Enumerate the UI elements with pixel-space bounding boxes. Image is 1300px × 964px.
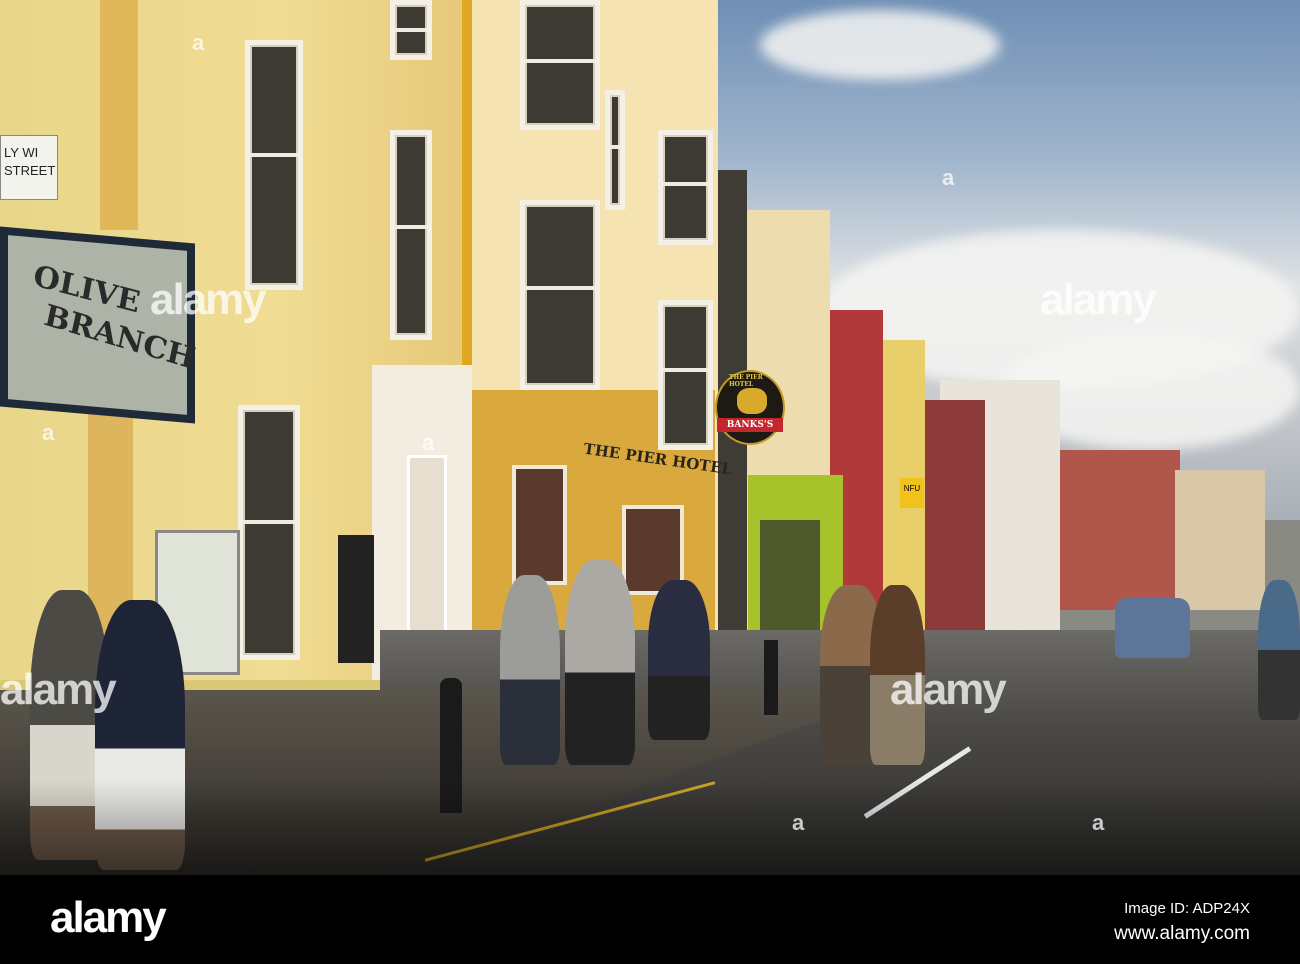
watermark-small: a [792,810,805,835]
olive-branch-sign: OLIVE BRANCH [0,226,198,424]
watermark: alamy [0,665,117,714]
watermark: alamy [890,665,1007,714]
banks-banner: BANKS'S [717,418,783,432]
image-id: Image ID: ADP24X [1124,900,1250,917]
watermark-small: a [42,420,55,445]
watermark-small: a [192,30,205,55]
pub-hanging-sign: THE PIER HOTEL BANKS'S [715,370,785,445]
pedestrian [565,560,635,765]
alamy-logo: alamy [50,893,167,942]
watermark: alamy [1040,275,1157,324]
chalkboard [338,535,374,663]
nfu-sign: NFU [900,478,924,508]
window [605,90,625,210]
distant-building [1175,470,1265,610]
red-shop [920,400,985,640]
pedestrian [1258,580,1300,720]
street-sign-line2: STREET [4,163,56,178]
window [238,405,300,660]
cloud [760,10,1000,80]
leaded-window [512,465,567,585]
window [658,300,713,450]
street-sign-line1: LY WI [4,145,39,160]
site-url: www.alamy.com [1114,923,1250,944]
car [1115,598,1190,658]
street-photo: NFU THE PIER HOTEL THE PIER HOTEL BANKS'… [0,0,1300,875]
window [390,0,432,60]
distant-red-building [1060,450,1180,610]
bay-window [520,200,600,390]
watermark-small: a [1092,810,1105,835]
window [658,130,713,245]
window [390,130,432,340]
bollard [764,640,778,715]
window [520,0,600,130]
pedestrian [648,580,710,740]
watermark: alamy [150,275,267,324]
window [245,40,303,290]
shadow [0,780,1300,875]
drainpipe [462,0,472,380]
hanging-sign-title: THE PIER HOTEL [729,374,763,388]
lion-emblem [737,388,767,414]
pedestrian [500,575,560,765]
watermark-small: a [422,430,435,455]
pilaster [100,0,138,230]
street-name-sign: LY WI STREET [0,135,58,200]
watermark-small: a [942,165,955,190]
